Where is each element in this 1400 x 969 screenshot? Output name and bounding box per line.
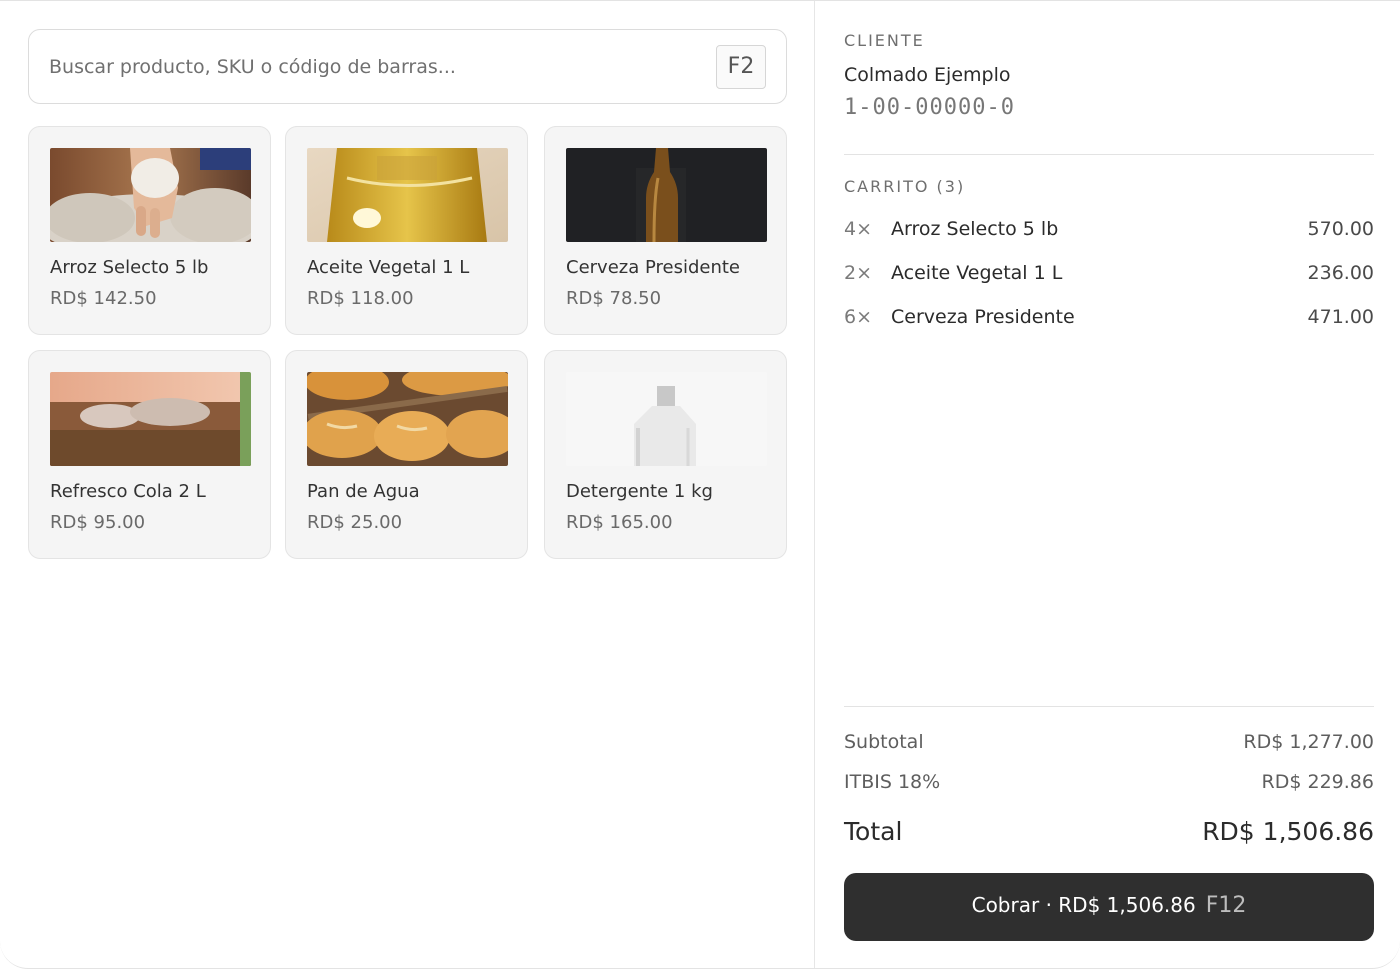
order-panel: CLIENTE Colmado Ejemplo 1-00-00000-0 CAR… xyxy=(816,1,1400,968)
product-price: RD$ 25.00 xyxy=(307,512,403,533)
total-label: Total xyxy=(844,817,903,846)
oil-bottle-photo xyxy=(307,148,508,242)
product-price: RD$ 118.00 xyxy=(307,288,414,309)
beer-bottle-photo xyxy=(566,148,767,242)
customer-rnc: 1-00-00000-0 xyxy=(844,95,1015,120)
total-row: Total RD$ 1,506.86 xyxy=(844,817,1374,846)
pos-window: F2 xyxy=(0,0,1400,969)
product-price: RD$ 165.00 xyxy=(566,512,673,533)
search-box: F2 xyxy=(28,29,787,104)
subtotal-value: RD$ 1,277.00 xyxy=(1243,731,1374,753)
cart-item-name: Cerveza Presidente xyxy=(891,306,1075,328)
cart-item[interactable]: 2× Aceite Vegetal 1 L 236.00 xyxy=(844,260,1374,290)
charge-button[interactable]: Cobrar · RD$ 1,506.86 F12 xyxy=(844,873,1374,941)
cart-item-amount: 236.00 xyxy=(1307,262,1374,284)
product-card[interactable]: Cerveza Presidente RD$ 78.50 xyxy=(544,126,787,335)
divider xyxy=(844,154,1374,155)
charge-button-content: Cobrar · RD$ 1,506.86 F12 xyxy=(844,893,1374,918)
search-input[interactable] xyxy=(49,30,709,103)
detergent-bottle-photo xyxy=(566,372,767,466)
divider xyxy=(844,706,1374,707)
search-shortcut-key: F2 xyxy=(716,45,766,89)
product-name: Arroz Selecto 5 lb xyxy=(50,257,209,278)
tax-value: RD$ 229.86 xyxy=(1261,771,1374,793)
cart-item[interactable]: 4× Arroz Selecto 5 lb 570.00 xyxy=(844,216,1374,246)
subtotal-row: Subtotal RD$ 1,277.00 xyxy=(844,731,1374,753)
cart-item-qty: 2× xyxy=(844,262,873,284)
cart-item[interactable]: 6× Cerveza Presidente 471.00 xyxy=(844,304,1374,334)
product-card[interactable]: Arroz Selecto 5 lb RD$ 142.50 xyxy=(28,126,271,335)
product-card[interactable]: Refresco Cola 2 L RD$ 95.00 xyxy=(28,350,271,559)
product-card[interactable]: Aceite Vegetal 1 L RD$ 118.00 xyxy=(285,126,528,335)
cart-item-qty: 6× xyxy=(844,306,873,328)
charge-shortcut-key: F12 xyxy=(1205,893,1247,918)
product-name: Refresco Cola 2 L xyxy=(50,481,206,502)
cart-item-amount: 570.00 xyxy=(1307,218,1374,240)
bread-photo xyxy=(307,372,508,466)
customer-label: CLIENTE xyxy=(844,31,925,50)
product-panel: F2 xyxy=(0,1,815,968)
product-card[interactable]: Detergente 1 kg RD$ 165.00 xyxy=(544,350,787,559)
product-name: Aceite Vegetal 1 L xyxy=(307,257,470,278)
product-name: Cerveza Presidente xyxy=(566,257,741,278)
cart-item-amount: 471.00 xyxy=(1307,306,1374,328)
product-name: Pan de Agua xyxy=(307,481,420,502)
product-name: Detergente 1 kg xyxy=(566,481,713,502)
product-card[interactable]: Pan de Agua RD$ 25.00 xyxy=(285,350,528,559)
cart-item-name: Aceite Vegetal 1 L xyxy=(891,262,1063,284)
charge-button-label: Cobrar · RD$ 1,506.86 xyxy=(971,893,1196,917)
cart-item-qty: 4× xyxy=(844,218,873,240)
cart-item-name: Arroz Selecto 5 lb xyxy=(891,218,1059,240)
rice-photo xyxy=(50,148,251,242)
customer-name[interactable]: Colmado Ejemplo xyxy=(844,64,1011,86)
total-value: RD$ 1,506.86 xyxy=(1202,817,1374,846)
product-price: RD$ 78.50 xyxy=(566,288,662,309)
cola-glass-photo xyxy=(50,372,251,466)
product-price: RD$ 142.50 xyxy=(50,288,157,309)
tax-label: ITBIS 18% xyxy=(844,771,941,793)
cart-label: CARRITO (3) xyxy=(844,177,966,196)
subtotal-label: Subtotal xyxy=(844,731,924,753)
product-price: RD$ 95.00 xyxy=(50,512,146,533)
tax-row: ITBIS 18% RD$ 229.86 xyxy=(844,771,1374,793)
